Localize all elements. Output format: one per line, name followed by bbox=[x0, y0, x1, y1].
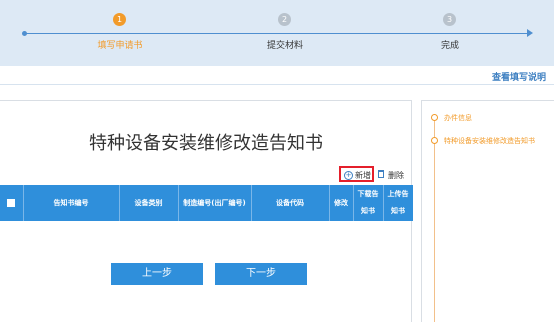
view-instructions-link[interactable]: 查看填写说明 bbox=[492, 70, 546, 83]
sidebar-dot-icon bbox=[431, 114, 438, 121]
page-title: 特种设备安装维修改造告知书 bbox=[89, 133, 323, 154]
progress-steps: 1 填写申请书 2 提交材料 3 完成 bbox=[0, 0, 554, 66]
column-header-upload-line2: 知书 bbox=[391, 207, 405, 215]
sidebar-timeline bbox=[434, 117, 435, 322]
step-3-label: 完成 bbox=[440, 41, 459, 51]
add-button[interactable]: 新增 bbox=[355, 170, 371, 181]
step-1-label: 填写申请书 bbox=[97, 41, 143, 51]
delete-button[interactable]: 删除 bbox=[388, 170, 404, 181]
table-header: 告知书编号 设备类别 制造编号(出厂编号) 设备代码 修改 下载告 知书 上传告… bbox=[0, 185, 413, 221]
column-header-manufacturing-number: 制造编号(出厂编号) bbox=[178, 185, 252, 221]
column-header-edit: 修改 bbox=[329, 185, 354, 221]
column-header-download: 下载告 知书 bbox=[353, 185, 384, 221]
progress-line bbox=[24, 33, 527, 34]
form-nav-sidebar: 办件信息 特种设备安装维修改造告知书 bbox=[421, 100, 554, 322]
column-header-download-line2: 知书 bbox=[361, 207, 375, 215]
step-2-number: 2 bbox=[278, 13, 291, 26]
trash-icon[interactable] bbox=[378, 170, 384, 178]
progress-end-arrow-icon bbox=[527, 29, 533, 37]
step-1-number: 1 bbox=[113, 13, 126, 26]
previous-step-button[interactable]: 上一步 bbox=[111, 263, 203, 285]
column-header-equipment-code: 设备代码 bbox=[251, 185, 330, 221]
column-header-notice-number: 告知书编号 bbox=[23, 185, 120, 221]
select-all-cell bbox=[0, 185, 24, 221]
sidebar-item-application-info[interactable]: 办件信息 bbox=[444, 113, 472, 123]
plus-circle-icon[interactable]: + bbox=[344, 171, 353, 180]
next-step-button[interactable]: 下一步 bbox=[215, 263, 307, 285]
sidebar-dot-icon bbox=[431, 137, 438, 144]
step-2-label: 提交材料 bbox=[266, 41, 303, 51]
progress-start-dot bbox=[22, 31, 27, 36]
column-header-equipment-category: 设备类别 bbox=[119, 185, 179, 221]
column-header-upload: 上传告 知书 bbox=[383, 185, 413, 221]
select-all-checkbox[interactable] bbox=[7, 199, 15, 207]
help-bar: 查看填写说明 bbox=[0, 66, 554, 85]
column-header-upload-line1: 上传告 bbox=[387, 190, 409, 198]
column-header-download-line1: 下载告 bbox=[357, 190, 379, 198]
sidebar-item-notice-form[interactable]: 特种设备安装维修改造告知书 bbox=[444, 136, 535, 146]
form-panel: 特种设备安装维修改造告知书 + 新增 删除 告知书编号 设备类别 制造编号(出厂… bbox=[0, 100, 413, 322]
step-3-number: 3 bbox=[443, 13, 456, 26]
